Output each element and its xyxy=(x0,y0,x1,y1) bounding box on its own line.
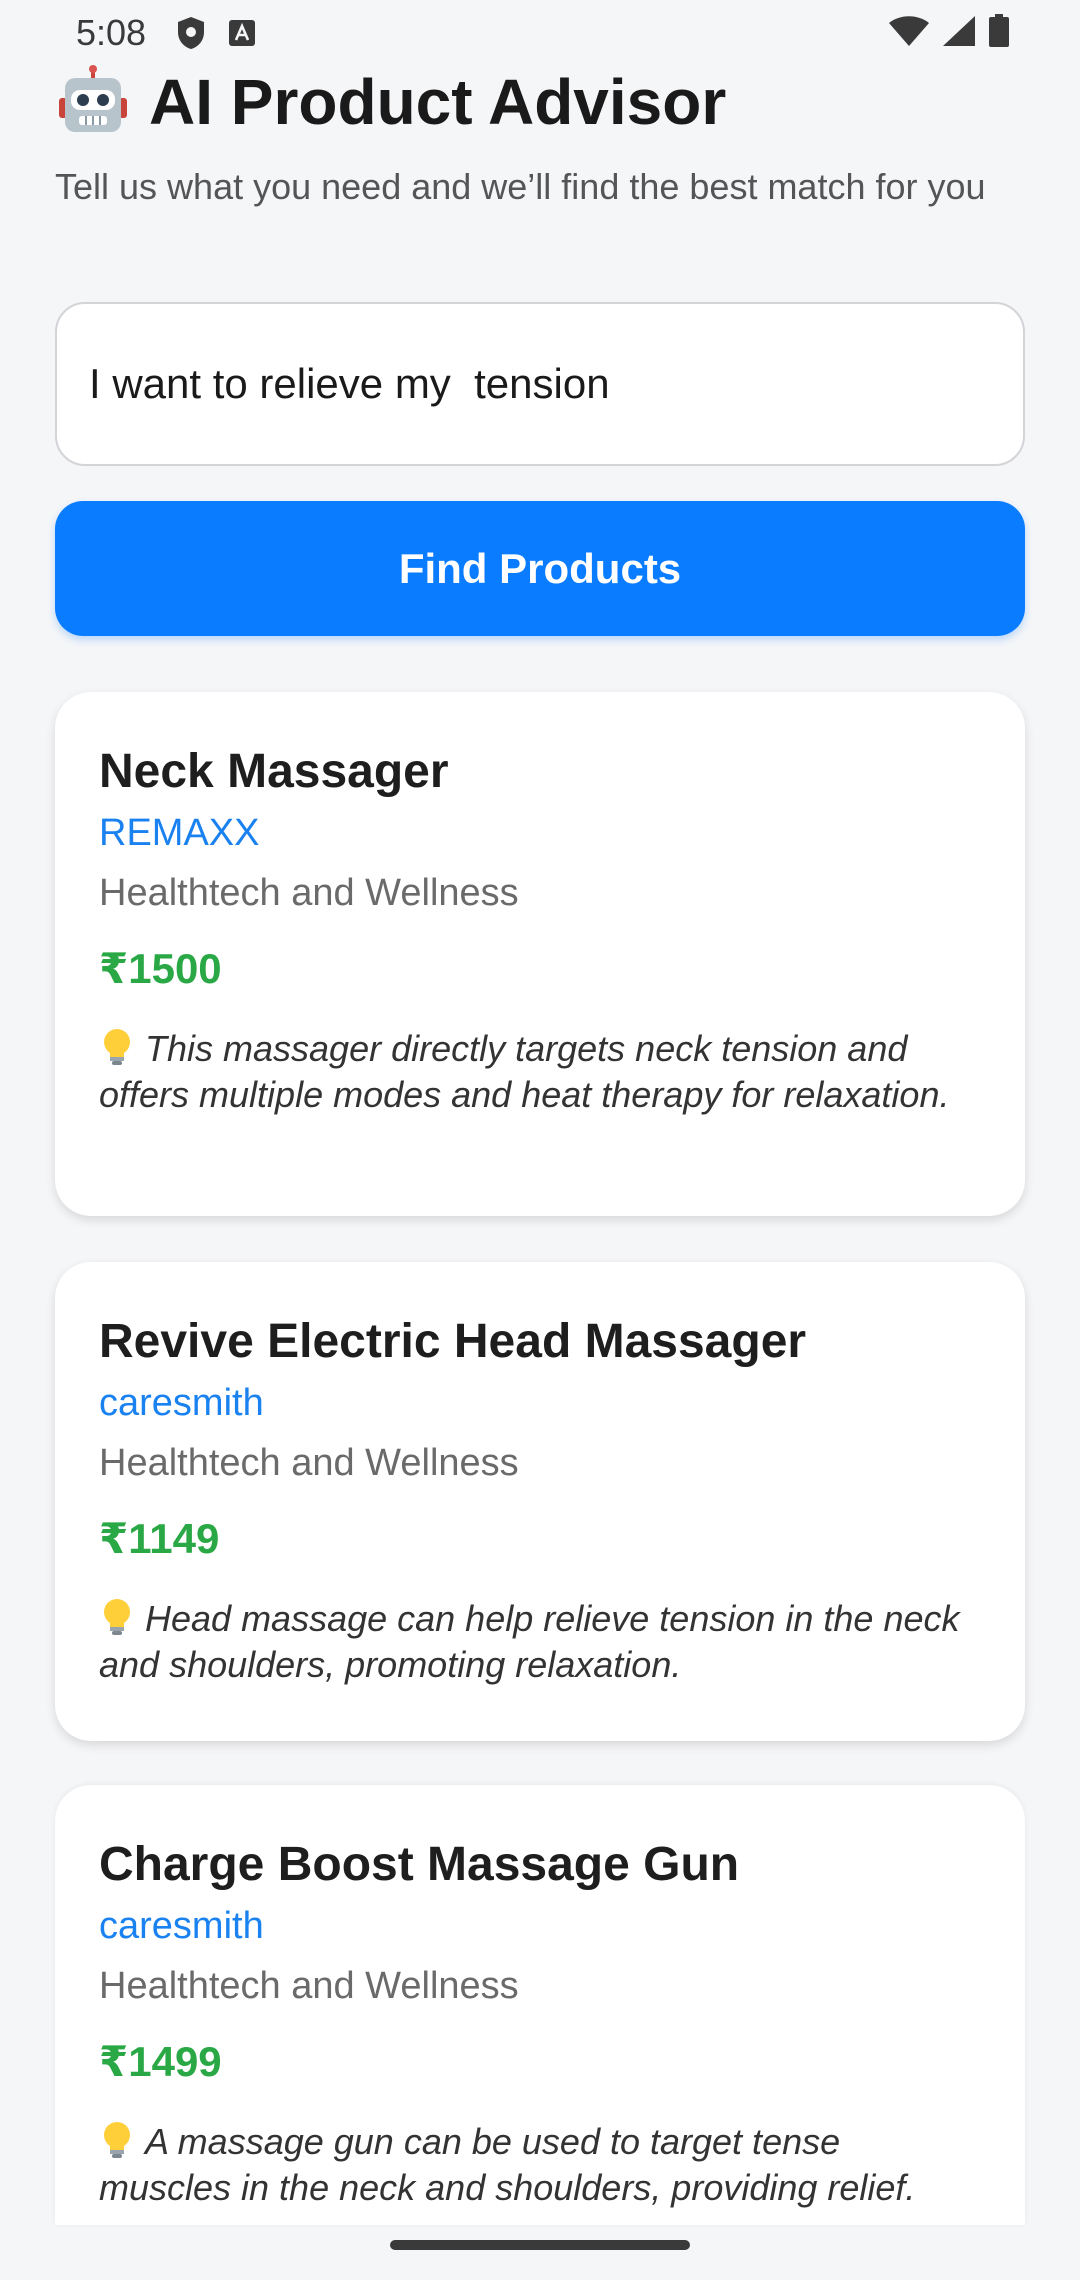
product-category: Healthtech and Wellness xyxy=(99,1442,519,1484)
product-reason: Head massage can help relieve tension in… xyxy=(99,1596,965,1688)
product-card[interactable]: Revive Electric Head Massager caresmith … xyxy=(55,1262,1025,1741)
robot-icon xyxy=(55,64,131,140)
product-name: Revive Electric Head Massager xyxy=(99,1315,807,1368)
page-title-text: AI Product Advisor xyxy=(149,66,727,138)
product-category: Healthtech and Wellness xyxy=(99,872,519,914)
find-products-button[interactable]: Find Products xyxy=(55,501,1025,636)
product-reason-text: A massage gun can be used to target tens… xyxy=(99,2121,916,2208)
product-reason-text: This massager directly targets neck tens… xyxy=(99,1028,950,1115)
page-title: AI Product Advisor xyxy=(55,62,726,142)
status-right-icons xyxy=(888,13,1010,53)
product-reason: This massager directly targets neck tens… xyxy=(99,1026,965,1118)
lightbulb-icon xyxy=(99,2120,135,2160)
product-brand[interactable]: caresmith xyxy=(99,1905,264,1948)
product-category: Healthtech and Wellness xyxy=(99,1965,519,2007)
page-subtitle: Tell us what you need and we’ll find the… xyxy=(55,166,986,207)
needs-input[interactable] xyxy=(55,302,1025,466)
product-brand[interactable]: caresmith xyxy=(99,1382,264,1425)
keyboard-a-icon xyxy=(228,19,256,47)
product-card[interactable]: Neck Massager REMAXX Healthtech and Well… xyxy=(55,692,1025,1216)
wifi-icon xyxy=(888,15,930,52)
status-bar: 5:08 xyxy=(0,0,1080,66)
product-price: ₹1500 xyxy=(99,945,222,992)
product-price: ₹1499 xyxy=(99,2038,222,2085)
home-indicator[interactable] xyxy=(390,2240,690,2250)
product-price: ₹1149 xyxy=(99,1515,220,1562)
cellular-signal-icon xyxy=(942,15,976,52)
lightbulb-icon xyxy=(99,1027,135,1067)
product-name: Neck Massager xyxy=(99,745,449,798)
product-name: Charge Boost Massage Gun xyxy=(99,1838,740,1891)
product-brand[interactable]: REMAXX xyxy=(99,812,259,855)
lightbulb-icon xyxy=(99,1597,135,1637)
product-reason: A massage gun can be used to target tens… xyxy=(99,2119,965,2211)
battery-icon xyxy=(988,13,1010,53)
status-time: 5:08 xyxy=(76,12,147,53)
shield-icon xyxy=(176,16,206,50)
product-card[interactable]: Charge Boost Massage Gun caresmith Healt… xyxy=(55,1785,1025,2225)
product-reason-text: Head massage can help relieve tension in… xyxy=(99,1598,960,1685)
